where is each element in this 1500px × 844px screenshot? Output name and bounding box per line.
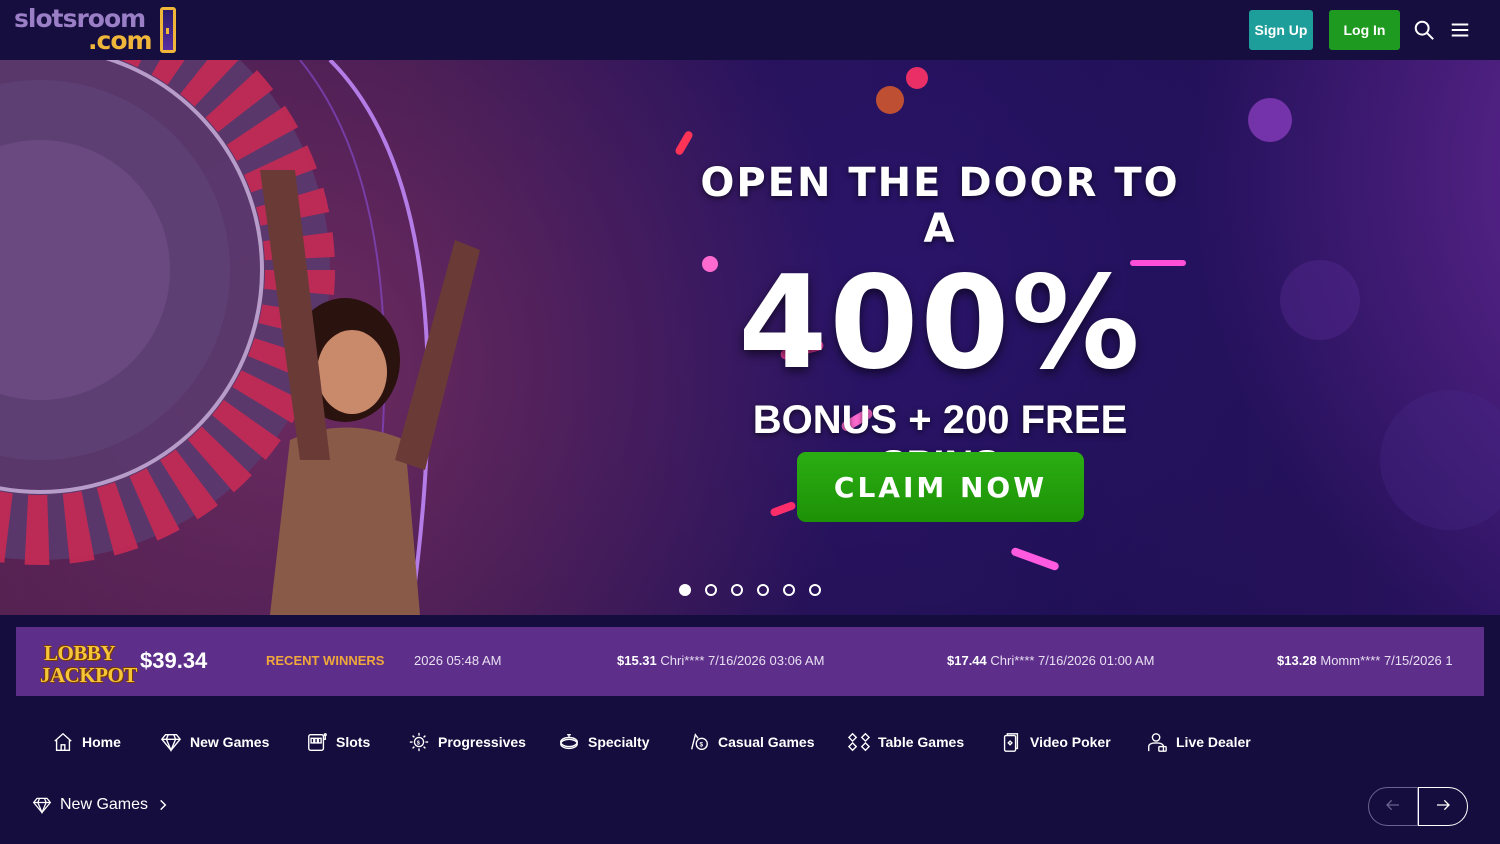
live-dealer-icon <box>1148 733 1167 752</box>
carousel-dot-6[interactable] <box>809 584 821 596</box>
category-slots[interactable]: Slots <box>306 730 370 754</box>
recent-winners-label: RECENT WINNERS <box>266 653 385 668</box>
category-label: Home <box>82 734 121 750</box>
winner-item: 2026 05:48 AM <box>414 653 501 668</box>
category-label: Slots <box>336 734 371 750</box>
category-progressives[interactable]: $ Progressives <box>408 730 526 754</box>
search-icon[interactable] <box>1413 19 1435 41</box>
category-label: Video Poker <box>1030 734 1111 750</box>
chevron-right-icon <box>160 799 167 811</box>
category-video-poker[interactable]: Video Poker <box>1000 730 1111 754</box>
menu-icon[interactable] <box>1449 19 1471 41</box>
hero-line-1: OPEN THE DOOR TO A <box>700 160 1180 252</box>
jackpot-logo-line-2: JACKPOT <box>40 663 137 687</box>
sign-up-button[interactable]: Sign Up <box>1249 10 1313 50</box>
hero-headline: OPEN THE DOOR TO A 400% BONUS + 200 FREE… <box>690 160 1190 488</box>
logo-text-bottom: .com <box>88 26 153 55</box>
category-label: Casual Games <box>718 734 815 750</box>
winner-item: $17.44 Chri**** 7/16/2026 01:00 AM <box>947 653 1154 668</box>
carousel-next-button[interactable] <box>1418 787 1468 826</box>
category-label: Progressives <box>438 734 526 750</box>
section-title-label: New Games <box>60 796 149 813</box>
casual-icon: $ <box>690 733 708 751</box>
carousel-dot-5[interactable] <box>783 584 795 596</box>
carousel-prev-button[interactable] <box>1368 787 1418 826</box>
arrow-left-icon <box>1386 799 1399 811</box>
category-casual-games[interactable]: $ Casual Games <box>688 730 815 754</box>
hero-banner[interactable]: OPEN THE DOOR TO A 400% BONUS + 200 FREE… <box>0 60 1500 615</box>
category-live-dealer[interactable]: Live Dealer <box>1146 730 1251 754</box>
progressive-icon: $ <box>409 732 429 752</box>
svg-text:$: $ <box>699 742 703 749</box>
arrow-right-icon <box>1437 799 1450 811</box>
winner-item: $15.31 Chri**** 7/16/2026 03:06 AM <box>617 653 824 668</box>
category-table-games[interactable]: Table Games <box>848 730 964 754</box>
carousel-dot-4[interactable] <box>757 584 769 596</box>
category-label: Table Games <box>878 734 965 750</box>
carousel-dot-2[interactable] <box>705 584 717 596</box>
carousel-dot-3[interactable] <box>731 584 743 596</box>
carousel-dot-1[interactable] <box>679 584 691 596</box>
diamond-icon <box>32 797 52 815</box>
winner-details: Chri**** 7/16/2026 03:06 AM <box>656 653 825 668</box>
site-logo[interactable]: slotsroom .com <box>14 4 184 56</box>
site-header: slotsroom .com Sign Up Log In <box>0 0 1500 60</box>
home-icon <box>54 732 72 751</box>
category-home[interactable]: Home <box>52 730 121 754</box>
category-label: New Games <box>190 734 270 750</box>
category-new-games[interactable]: New Games <box>160 730 269 754</box>
category-specialty[interactable]: Specialty <box>558 730 649 754</box>
winner-amount: $15.31 <box>617 653 657 668</box>
video-poker-icon <box>1003 733 1019 752</box>
diamond-icon <box>160 733 182 753</box>
hero-line-2: 400% <box>738 249 1142 398</box>
winner-item: $13.28 Momm**** 7/15/2026 1 <box>1277 653 1453 668</box>
specialty-icon <box>560 733 578 750</box>
winner-amount: $17.44 <box>947 653 987 668</box>
category-label: Specialty <box>588 734 650 750</box>
slot-machine-icon <box>308 733 327 751</box>
jackpot-amount: $39.34 <box>140 648 208 673</box>
winner-amount: $13.28 <box>1277 653 1317 668</box>
door-icon <box>160 7 176 53</box>
table-games-icon <box>848 732 870 752</box>
category-label: Live Dealer <box>1176 734 1251 750</box>
new-games-section-title[interactable]: New Games <box>32 795 170 815</box>
claim-now-button[interactable]: CLAIM NOW <box>797 452 1084 522</box>
winner-details: 2026 05:48 AM <box>414 653 502 668</box>
winner-details: Chri**** 7/16/2026 01:00 AM <box>986 653 1155 668</box>
carousel-dots <box>679 584 829 596</box>
recent-winners-bar: LOBBY JACKPOT $39.34 RECENT WINNERS 2026… <box>16 627 1484 696</box>
category-nav: Home New Games Slots $ Progressives Spec… <box>0 720 1500 764</box>
winner-details: Momm**** 7/15/2026 1 <box>1316 653 1453 668</box>
svg-text:$: $ <box>417 740 420 746</box>
log-in-button[interactable]: Log In <box>1329 10 1400 50</box>
lobby-jackpot-logo: LOBBY JACKPOT <box>36 633 137 691</box>
